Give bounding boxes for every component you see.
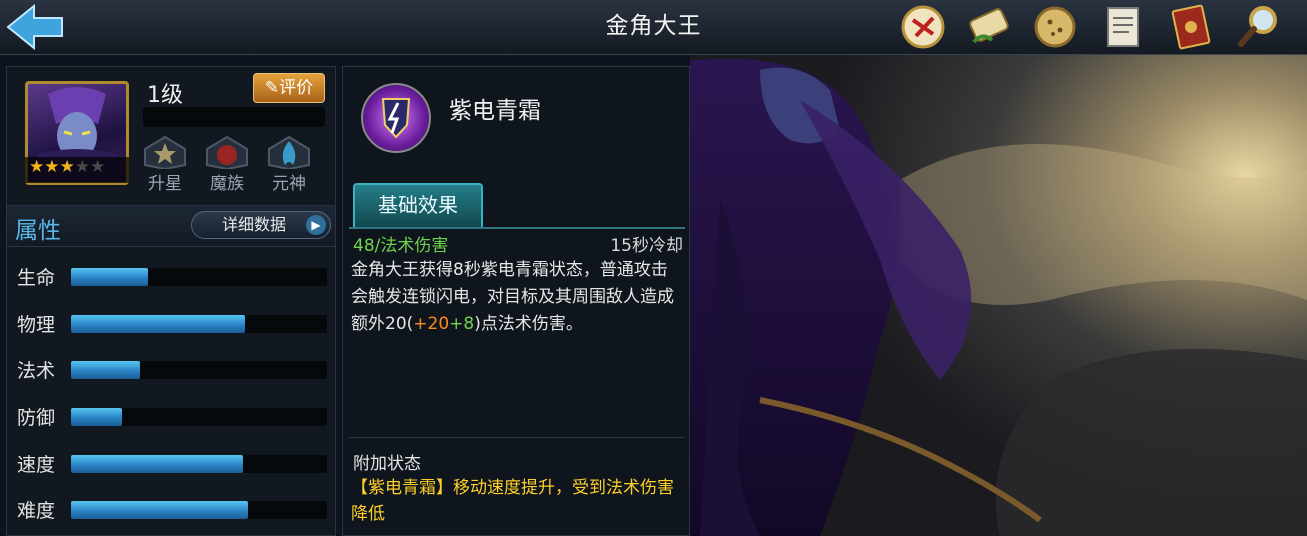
filled-stars: ★★★ [29,157,75,177]
stat-label: 速度 [17,454,56,476]
star-upgrade-button[interactable]: 升星 [139,135,191,194]
spirit-button[interactable]: 元神 [263,135,315,194]
exp-bar [143,107,325,127]
top-bar: 金角大王 [0,0,1307,55]
stat-bar [71,315,327,333]
demon-clan-icon [206,135,248,171]
skill-name: 紫电青霜 [449,98,541,124]
lightning-skill-icon[interactable] [361,83,431,153]
detail-data-label: 详细数据 [222,215,287,234]
detail-data-button[interactable]: 详细数据 ▶ [191,211,331,239]
stat-bar-fill [71,315,246,333]
book-icon[interactable] [1164,2,1218,52]
document-icon[interactable] [1096,2,1150,52]
demon-clan-button[interactable]: 魔族 [201,135,253,194]
stat-label: 法术 [17,360,56,382]
demon-clan-label: 魔族 [210,174,244,194]
stat-bar [71,455,327,473]
stat-bar [71,361,327,379]
desc-tail: )点法术伤害。 [474,314,583,334]
empty-stars: ★★ [74,157,106,177]
extra-status-title: 附加状态 [353,454,421,474]
stat-label: 难度 [17,500,56,522]
divider [349,437,685,438]
spirit-flame-icon [268,135,310,171]
star-upgrade-label: 升星 [148,174,182,194]
stat-row-physical: 物理 [15,312,335,336]
attributes-header: 属性 详细数据 ▶ [7,205,335,247]
stat-row-difficulty: 难度 [15,498,335,522]
lightning-shield-icon [381,98,411,139]
rate-button[interactable]: ✎评价 [253,73,325,103]
extra-status-text: 【紫电青霜】移动速度提升，受到法术伤害降低 [351,478,674,524]
stat-label: 生命 [17,267,56,289]
cookie-medal-icon[interactable] [1028,2,1082,52]
stat-label: 物理 [17,314,56,336]
stat-bar [71,268,327,286]
damage-type: 48/法术伤害 [353,236,449,256]
stat-label: 防御 [17,407,56,429]
tab-basic-effect[interactable]: 基础效果 [353,183,483,227]
attributes-title: 属性 [15,218,61,244]
bonus-orange: +20 [413,314,450,334]
skill-description: 金角大王获得8秒紫电青霜状态，普通攻击会触发连锁闪电，对目标及其周围敌人造成额外… [351,257,681,338]
star-upgrade-icon [144,135,186,171]
cooldown: 15秒冷却 [610,236,683,256]
stat-bar [71,408,327,426]
bonus-green: +8 [449,314,475,334]
stat-row-defense: 防御 [15,405,335,429]
battle-seal-icon[interactable] [896,2,950,52]
magnifier-icon[interactable] [1232,2,1286,52]
hero-info-panel: ★★★★★ 1级 ✎评价 升星 魔族 元神 属性 详细数据 ▶ 生命 物理 法术… [6,66,336,536]
tab-divider [349,227,685,229]
stat-row-speed: 速度 [15,452,335,476]
stat-bar [71,501,327,519]
hero-level: 1级 [147,83,183,108]
scroll-icon[interactable] [962,2,1016,52]
stat-bar-fill [71,268,148,286]
rate-label: 评价 [279,78,314,98]
stat-bar-fill [71,408,123,426]
spirit-label: 元神 [272,174,306,194]
stat-bar-fill [71,361,141,379]
star-rating: ★★★★★ [25,157,129,183]
skill-panel: 紫电青霜 基础效果 48/法术伤害 15秒冷却 金角大王获得8秒紫电青霜状态，普… [342,66,690,536]
edit-icon: ✎ [264,78,280,98]
stat-bar-fill [71,455,243,473]
stat-bar-fill [71,501,248,519]
arrow-right-icon: ▶ [306,215,326,235]
stat-row-hp: 生命 [15,265,335,289]
stat-row-magic: 法术 [15,358,335,382]
